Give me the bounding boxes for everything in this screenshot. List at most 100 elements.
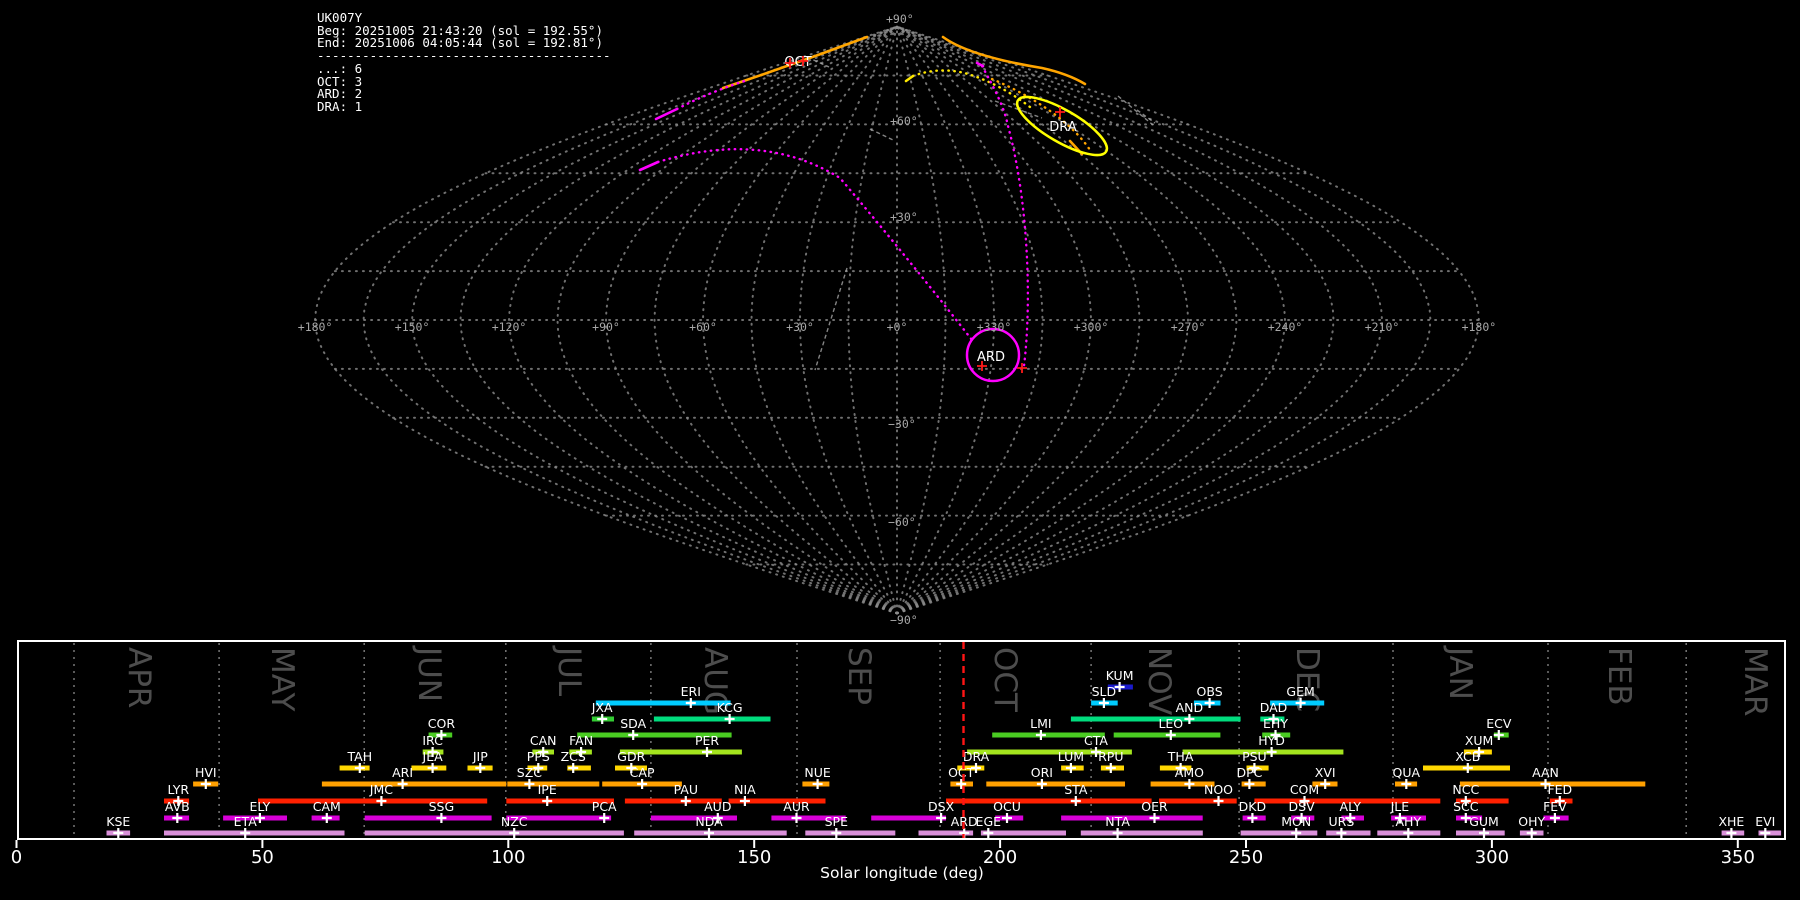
- shower-code-label: JEA: [422, 749, 444, 764]
- x-axis-title: Solar longitude (deg): [820, 864, 984, 882]
- activity-bar: [364, 815, 492, 821]
- peak-marker: [1213, 796, 1224, 806]
- activity-bar: [364, 830, 624, 836]
- shower-code-label: GEM: [1286, 684, 1314, 699]
- shower-activity-QUA: QUA: [1393, 765, 1421, 789]
- shower-activity-AVB: AVB: [164, 799, 190, 823]
- shower-code-label: PCA: [592, 799, 617, 814]
- radiant-label-DRA: DRA: [1049, 120, 1077, 135]
- latitude-label: −90°: [890, 613, 918, 627]
- shower-activity-KSE: KSE: [106, 814, 130, 838]
- peak-marker: [427, 763, 438, 773]
- peak-marker: [524, 779, 535, 789]
- activity-bar: [1070, 716, 1241, 722]
- peak-marker: [1098, 698, 1109, 708]
- peak-marker: [1760, 828, 1771, 838]
- month-label-JUN: JUN: [411, 645, 447, 702]
- x-tick-label: 50: [251, 847, 274, 868]
- activity-bar: [164, 830, 345, 836]
- activity-bar: [595, 700, 731, 706]
- peak-marker: [200, 779, 211, 789]
- peak-marker: [1726, 828, 1737, 838]
- shower-activity-LUM: LUM: [1058, 749, 1084, 773]
- shower-code-label: EVI: [1755, 814, 1775, 829]
- x-tick-label: 100: [491, 847, 525, 868]
- shower-code-label: COM: [1290, 782, 1319, 797]
- shower-activity-DPC: DPC: [1236, 765, 1266, 789]
- activity-bar: [1080, 830, 1203, 836]
- ARD-meteor-2-extension: [656, 148, 974, 342]
- peak-marker: [1036, 779, 1047, 789]
- peak-marker: [831, 828, 842, 838]
- shower-code-label: AAN: [1532, 765, 1559, 780]
- shower-code-label: DSX: [928, 799, 955, 814]
- peak-marker: [376, 796, 387, 806]
- peak-marker: [702, 747, 712, 757]
- peak-marker: [685, 698, 696, 708]
- peak-marker: [321, 813, 332, 823]
- session-info: UK007Y Beg: 20251005 21:43:20 (sol = 192…: [317, 10, 611, 114]
- longitude-label: +300°: [1074, 320, 1109, 334]
- shower-code-label: COR: [428, 716, 456, 731]
- peak-marker: [599, 813, 610, 823]
- longitude-label: +60°: [689, 320, 717, 334]
- peak-marker: [1266, 747, 1277, 757]
- shower-code-label: AUD: [704, 799, 731, 814]
- peak-marker: [542, 796, 553, 806]
- shower-code-label: XHE: [1718, 814, 1744, 829]
- longitude-label: +120°: [492, 320, 527, 334]
- shower-code-label: CAM: [313, 799, 341, 814]
- shower-code-label: ORI: [1031, 765, 1053, 780]
- peak-marker: [1493, 730, 1504, 740]
- shower-activity-DKD: DKD: [1239, 799, 1266, 823]
- activity-bar: [805, 830, 896, 836]
- shower-activity-DSX: DSX: [871, 799, 955, 823]
- shower-activity-AHY: AHY: [1377, 814, 1441, 838]
- shower-activity-HVI: HVI: [193, 765, 219, 789]
- shower-code-label: DPC: [1236, 765, 1262, 780]
- shower-code-label: DKD: [1239, 799, 1266, 814]
- shower-code-label: PSU: [1242, 749, 1267, 764]
- shower-code-label: FEV: [1543, 799, 1567, 814]
- peak-marker: [568, 763, 579, 773]
- x-tick-label: 350: [1721, 847, 1755, 868]
- shower-code-label: LYR: [167, 782, 189, 797]
- shower-code-label: JMC: [369, 782, 393, 797]
- shower-code-label: SCC: [1453, 799, 1479, 814]
- shower-code-label: CAN: [530, 733, 557, 748]
- shower-code-label: URS: [1329, 814, 1355, 829]
- longitude-label: +0°: [887, 320, 908, 334]
- shower-code-label: AUR: [783, 799, 810, 814]
- shower-code-label: PER: [695, 733, 719, 748]
- x-tick-label: 250: [1229, 847, 1263, 868]
- shower-code-label: IRC: [422, 733, 443, 748]
- peak-marker: [1070, 796, 1081, 806]
- peak-marker: [354, 763, 365, 773]
- peak-marker: [812, 779, 823, 789]
- shower-code-label: JLE: [1390, 799, 1410, 814]
- month-label-OCT: OCT: [987, 647, 1023, 713]
- shower-activity-OHY: OHY: [1518, 814, 1546, 838]
- peak-marker: [1401, 779, 1412, 789]
- shower-code-label: KUM: [1106, 668, 1134, 683]
- activity-bar: [1326, 830, 1371, 836]
- peak-marker: [1462, 763, 1473, 773]
- peak-marker: [1479, 828, 1489, 838]
- shower-activity-JXA: JXA: [591, 700, 614, 724]
- DRA-meteor-1-trail: [904, 74, 915, 83]
- shower-code-label: FED: [1547, 782, 1572, 797]
- shower-activity-RPU: RPU: [1098, 749, 1124, 773]
- shower-code-label: JIP: [472, 749, 488, 764]
- shower-code-label: DRA: [963, 749, 990, 764]
- shower-code-label: AMO: [1175, 765, 1204, 780]
- longitude-label: +90°: [592, 320, 620, 334]
- shower-code-label: AND: [1176, 700, 1204, 715]
- shower-activity-JIP: JIP: [467, 749, 493, 773]
- shower-code-label: OHY: [1518, 814, 1545, 829]
- shower-activity-FEV: FEV: [1543, 799, 1569, 823]
- latitude-label: +30°: [890, 210, 918, 224]
- month-label-FEB: FEB: [1601, 647, 1637, 706]
- shower-activity-NUE: NUE: [802, 765, 831, 789]
- OCT-meteor-2-trail: [941, 35, 1087, 86]
- shower-activity-SLD: SLD: [1091, 684, 1118, 708]
